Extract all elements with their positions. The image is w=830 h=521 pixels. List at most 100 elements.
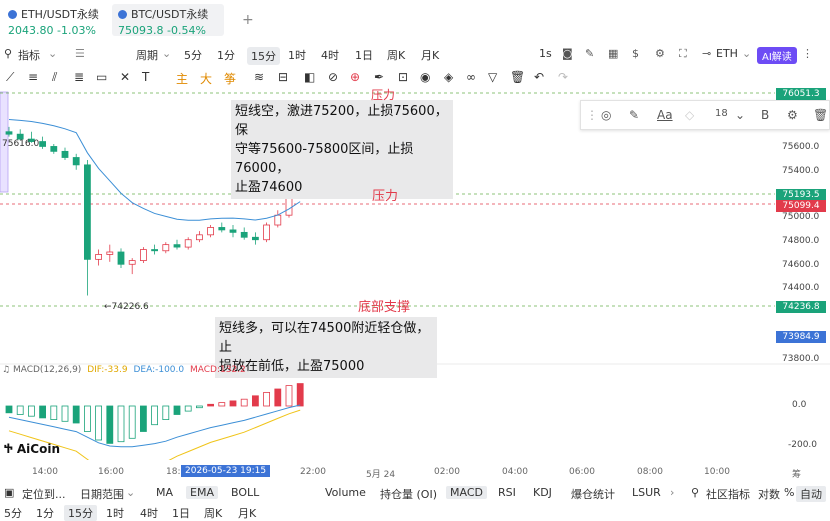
- eth-compare-button[interactable]: ETH: [716, 47, 738, 60]
- date-range-chevron-icon[interactable]: ⌄: [126, 486, 135, 499]
- support-label: 底部支撑: [358, 300, 411, 315]
- ai-analyze-button[interactable]: AI解读: [757, 47, 797, 64]
- period-chevron-icon[interactable]: ⌄: [162, 47, 171, 60]
- dollar-icon[interactable]: $: [632, 47, 639, 60]
- template-icon[interactable]: ◎: [601, 108, 611, 122]
- font-size-select[interactable]: 18: [715, 108, 728, 119]
- indicator-liquidation[interactable]: 爆仓统计: [571, 486, 615, 502]
- fib-tool-icon[interactable]: ≣: [74, 70, 84, 84]
- layout-icon[interactable]: ☰: [75, 47, 85, 60]
- community-indicators-button[interactable]: 社区指标: [706, 486, 750, 502]
- macd-bar: [39, 405, 46, 419]
- chart-area[interactable]: 短线空，激进75200，止损75600，保 守等75600-75800区间，止损…: [0, 88, 830, 460]
- interval-1s-button[interactable]: 1s: [539, 47, 552, 60]
- period-1h[interactable]: 1时: [288, 47, 306, 63]
- fill-icon[interactable]: ◇: [685, 108, 694, 122]
- note-long[interactable]: 短线多，可以在74500附近轻仓做，止 损放在前低，止盈75000: [215, 317, 437, 378]
- candle-body: [195, 234, 203, 241]
- camera-icon[interactable]: ◙: [562, 47, 573, 60]
- candle-body: [218, 227, 226, 231]
- font-size-chevron-icon[interactable]: ⌄: [735, 108, 745, 122]
- trash-icon[interactable]: 🗑: [510, 70, 525, 84]
- tab-btc[interactable]: BTC/USDT永续 75093.8 -0.54%: [112, 4, 224, 37]
- text-color-icon[interactable]: Aa: [657, 108, 673, 122]
- eth-chevron-icon[interactable]: ⌄: [742, 47, 751, 60]
- period-button[interactable]: 周期: [136, 47, 158, 63]
- period-4h[interactable]: 4时: [321, 47, 339, 63]
- indicators-icon[interactable]: ⚲: [4, 47, 12, 60]
- line-tool-icon[interactable]: ⟋: [6, 70, 14, 85]
- bell-icon[interactable]: ♫: [2, 365, 10, 375]
- log-scale-button[interactable]: 对数: [758, 486, 780, 502]
- more-icon[interactable]: ⋮: [802, 47, 813, 60]
- edit-icon[interactable]: ✎: [629, 108, 639, 122]
- big-toggle[interactable]: 大: [200, 70, 212, 87]
- chips-button[interactable]: 筹: [792, 467, 801, 480]
- indicators-button[interactable]: 指标: [18, 47, 40, 63]
- indicator-ma[interactable]: MA: [156, 486, 173, 499]
- indicator-volume[interactable]: Volume: [325, 486, 366, 499]
- text-tool-icon[interactable]: T: [142, 70, 149, 84]
- chain-icon[interactable]: ∞: [466, 70, 476, 84]
- add-tab-button[interactable]: +: [242, 12, 254, 28]
- note-long-line1: 短线多，可以在74500附近轻仓做，止: [219, 321, 430, 355]
- main-chart-toggle[interactable]: 主: [176, 70, 188, 87]
- drag-handle-icon[interactable]: ⋮: [586, 108, 598, 122]
- link-icon[interactable]: ⊸: [702, 47, 711, 60]
- undo-icon[interactable]: ↶: [534, 70, 544, 84]
- percent-button[interactable]: %: [784, 486, 794, 499]
- lock-icon[interactable]: ⊡: [398, 70, 408, 84]
- y-tick: 75000.0: [782, 212, 820, 222]
- candle-body: [240, 231, 248, 238]
- note-short[interactable]: 短线空，激进75200，止损75600，保 守等75600-75800区间，止损…: [231, 100, 453, 199]
- indicator-macd[interactable]: MACD: [446, 486, 487, 499]
- eye-icon[interactable]: ◉: [420, 70, 430, 84]
- brush-tool-icon[interactable]: ≋: [254, 70, 264, 84]
- locate-button[interactable]: 定位到...: [22, 486, 66, 502]
- indicator-ema[interactable]: EMA: [186, 486, 218, 499]
- settings-small-icon[interactable]: ⚙: [787, 108, 798, 122]
- chevron-down-icon[interactable]: ⌄: [48, 47, 57, 60]
- draw-toggle[interactable]: 筝: [224, 70, 236, 87]
- redo-icon[interactable]: ↷: [558, 70, 568, 84]
- bold-icon[interactable]: B: [761, 108, 769, 122]
- indicator-kdj[interactable]: KDJ: [533, 486, 552, 499]
- fullscreen-icon[interactable]: ⛶: [679, 47, 687, 61]
- community-icon[interactable]: ⚲: [691, 486, 699, 499]
- period-15m[interactable]: 15分: [247, 47, 280, 65]
- marker-icon[interactable]: ✒: [374, 70, 384, 84]
- grid-icon[interactable]: ▦: [608, 47, 618, 60]
- settings-icon[interactable]: ⚙: [655, 47, 665, 60]
- indicator-oi[interactable]: 持仓量 (OI): [380, 486, 437, 502]
- period-1m[interactable]: 1分: [217, 47, 235, 63]
- period-week[interactable]: 周K: [387, 47, 405, 63]
- more-indicators-icon[interactable]: ›: [670, 486, 674, 499]
- tab-eth[interactable]: ETH/USDT永续 2043.80 -1.03%: [2, 4, 106, 37]
- hline-tool-icon[interactable]: ≡: [28, 70, 38, 84]
- indicator-rsi[interactable]: RSI: [498, 486, 516, 499]
- ruler-tool-icon[interactable]: ⊟: [278, 70, 288, 84]
- auto-scale-button[interactable]: 自动: [796, 486, 826, 502]
- period-1d[interactable]: 1日: [355, 47, 373, 63]
- pencil-icon[interactable]: ✎: [585, 47, 594, 60]
- channel-tool-icon[interactable]: ⫽: [52, 70, 57, 85]
- indicator-boll[interactable]: BOLL: [231, 486, 259, 499]
- tab-eth-symbol: ETH/USDT永续: [21, 8, 99, 21]
- cross-tool-icon[interactable]: ✕: [120, 70, 130, 84]
- layers-icon[interactable]: ◈: [444, 70, 453, 84]
- filter-icon[interactable]: ▽: [488, 70, 497, 84]
- rect-tool-icon[interactable]: ▭: [96, 70, 107, 84]
- magnet-icon[interactable]: ◧: [304, 70, 315, 84]
- alert-icon[interactable]: ⊕: [350, 70, 360, 84]
- delete-icon[interactable]: 🗑: [813, 108, 828, 122]
- period-month[interactable]: 月K: [421, 47, 439, 63]
- candle-body: [162, 244, 170, 252]
- date-range-button[interactable]: 日期范围: [80, 486, 124, 502]
- y-badge-support: 74236.8: [776, 301, 826, 313]
- locate-icon[interactable]: ▣: [4, 486, 14, 499]
- measure-icon[interactable]: ⊘: [328, 70, 338, 84]
- indicator-lsur[interactable]: LSUR: [632, 486, 661, 499]
- candle-body: [72, 157, 80, 166]
- period-5m[interactable]: 5分: [184, 47, 202, 63]
- macd-bar: [251, 395, 259, 407]
